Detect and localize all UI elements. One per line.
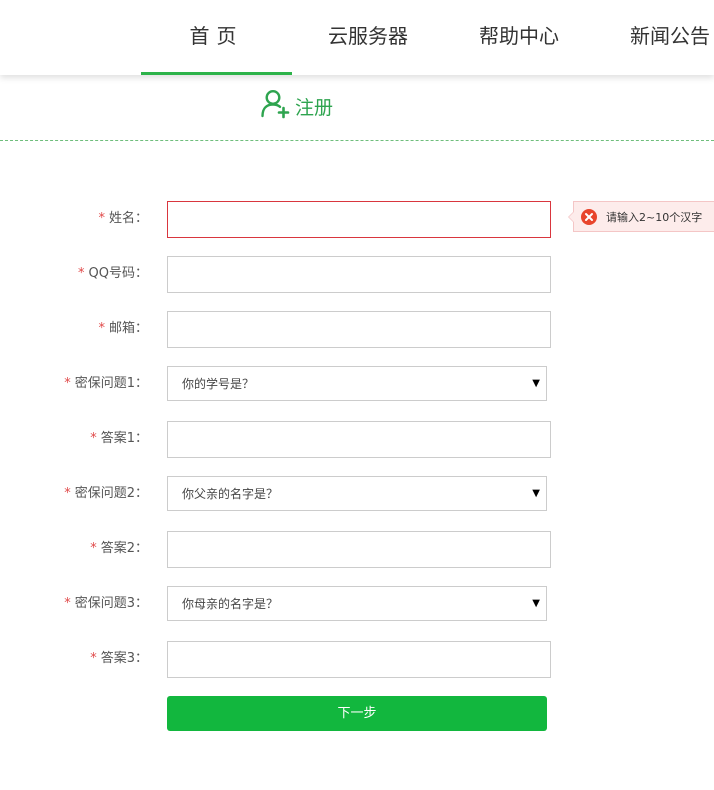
- name-error-tooltip: 请输入2~10个汉字: [568, 201, 714, 232]
- required-mark: *: [90, 431, 97, 446]
- register-header: [0, 76, 714, 141]
- required-mark: *: [64, 596, 71, 611]
- error-circle-icon: [581, 208, 597, 225]
- next-step-button[interactable]: 下一步: [167, 696, 547, 731]
- answer3-input[interactable]: [167, 641, 551, 678]
- error-tooltip-text: 请输入2~10个汉字: [606, 210, 703, 224]
- required-mark: *: [64, 486, 71, 501]
- dropdown-caret-icon: ▼: [532, 598, 540, 609]
- answer2-label: * 答案2：: [90, 541, 148, 556]
- required-mark: *: [64, 376, 71, 391]
- answer2-input[interactable]: [167, 531, 551, 568]
- email-input[interactable]: [167, 311, 551, 348]
- question2-label: * 密保问题2：: [64, 486, 148, 501]
- qq-row: * QQ号码：: [0, 256, 714, 293]
- nav-item-home[interactable]: 首页: [141, 0, 292, 75]
- nav-item-news[interactable]: 新闻公告: [610, 0, 714, 75]
- question1-selected: 你的学号是？: [182, 377, 255, 391]
- question2-select[interactable]: 你父亲的名字是？ ▼: [167, 476, 547, 511]
- question3-label: * 密保问题3：: [64, 596, 148, 611]
- email-label: * 邮箱：: [98, 321, 148, 336]
- qq-input[interactable]: [167, 256, 551, 293]
- question2-selected: 你父亲的名字是？: [182, 487, 279, 501]
- question1-row: * 密保问题1： 你的学号是？ ▼: [0, 366, 714, 401]
- register-title: 注册: [295, 96, 334, 119]
- dropdown-caret-icon: ▼: [532, 488, 540, 499]
- name-label: * 姓名：: [98, 211, 148, 226]
- required-mark: *: [90, 651, 97, 666]
- required-mark: *: [98, 321, 105, 336]
- question3-selected: 你母亲的名字是？: [182, 597, 279, 611]
- answer1-input[interactable]: [167, 421, 551, 458]
- nav-item-cloud-server[interactable]: 云服务器: [305, 0, 431, 75]
- question3-select[interactable]: 你母亲的名字是？ ▼: [167, 586, 547, 621]
- question1-select[interactable]: 你的学号是？ ▼: [167, 366, 547, 401]
- required-mark: *: [90, 541, 97, 556]
- register-tab[interactable]: 注册: [261, 89, 334, 124]
- user-add-icon: [261, 89, 295, 124]
- nav-active-indicator: [141, 72, 292, 75]
- question1-label: * 密保问题1：: [64, 376, 148, 391]
- answer2-row: * 答案2：: [0, 531, 714, 568]
- email-row: * 邮箱：: [0, 311, 714, 348]
- question2-row: * 密保问题2： 你父亲的名字是？ ▼: [0, 476, 714, 511]
- nav-item-help-center[interactable]: 帮助中心: [456, 0, 582, 75]
- top-navigation: 首页 云服务器 帮助中心 新闻公告: [0, 0, 714, 75]
- name-input[interactable]: [167, 201, 551, 238]
- answer1-row: * 答案1：: [0, 421, 714, 458]
- answer3-row: * 答案3：: [0, 641, 714, 678]
- dropdown-caret-icon: ▼: [532, 378, 540, 389]
- question3-row: * 密保问题3： 你母亲的名字是？ ▼: [0, 586, 714, 621]
- qq-label: * QQ号码：: [78, 266, 148, 281]
- required-mark: *: [98, 211, 105, 226]
- answer1-label: * 答案1：: [90, 431, 148, 446]
- required-mark: *: [78, 266, 85, 281]
- answer3-label: * 答案3：: [90, 651, 148, 666]
